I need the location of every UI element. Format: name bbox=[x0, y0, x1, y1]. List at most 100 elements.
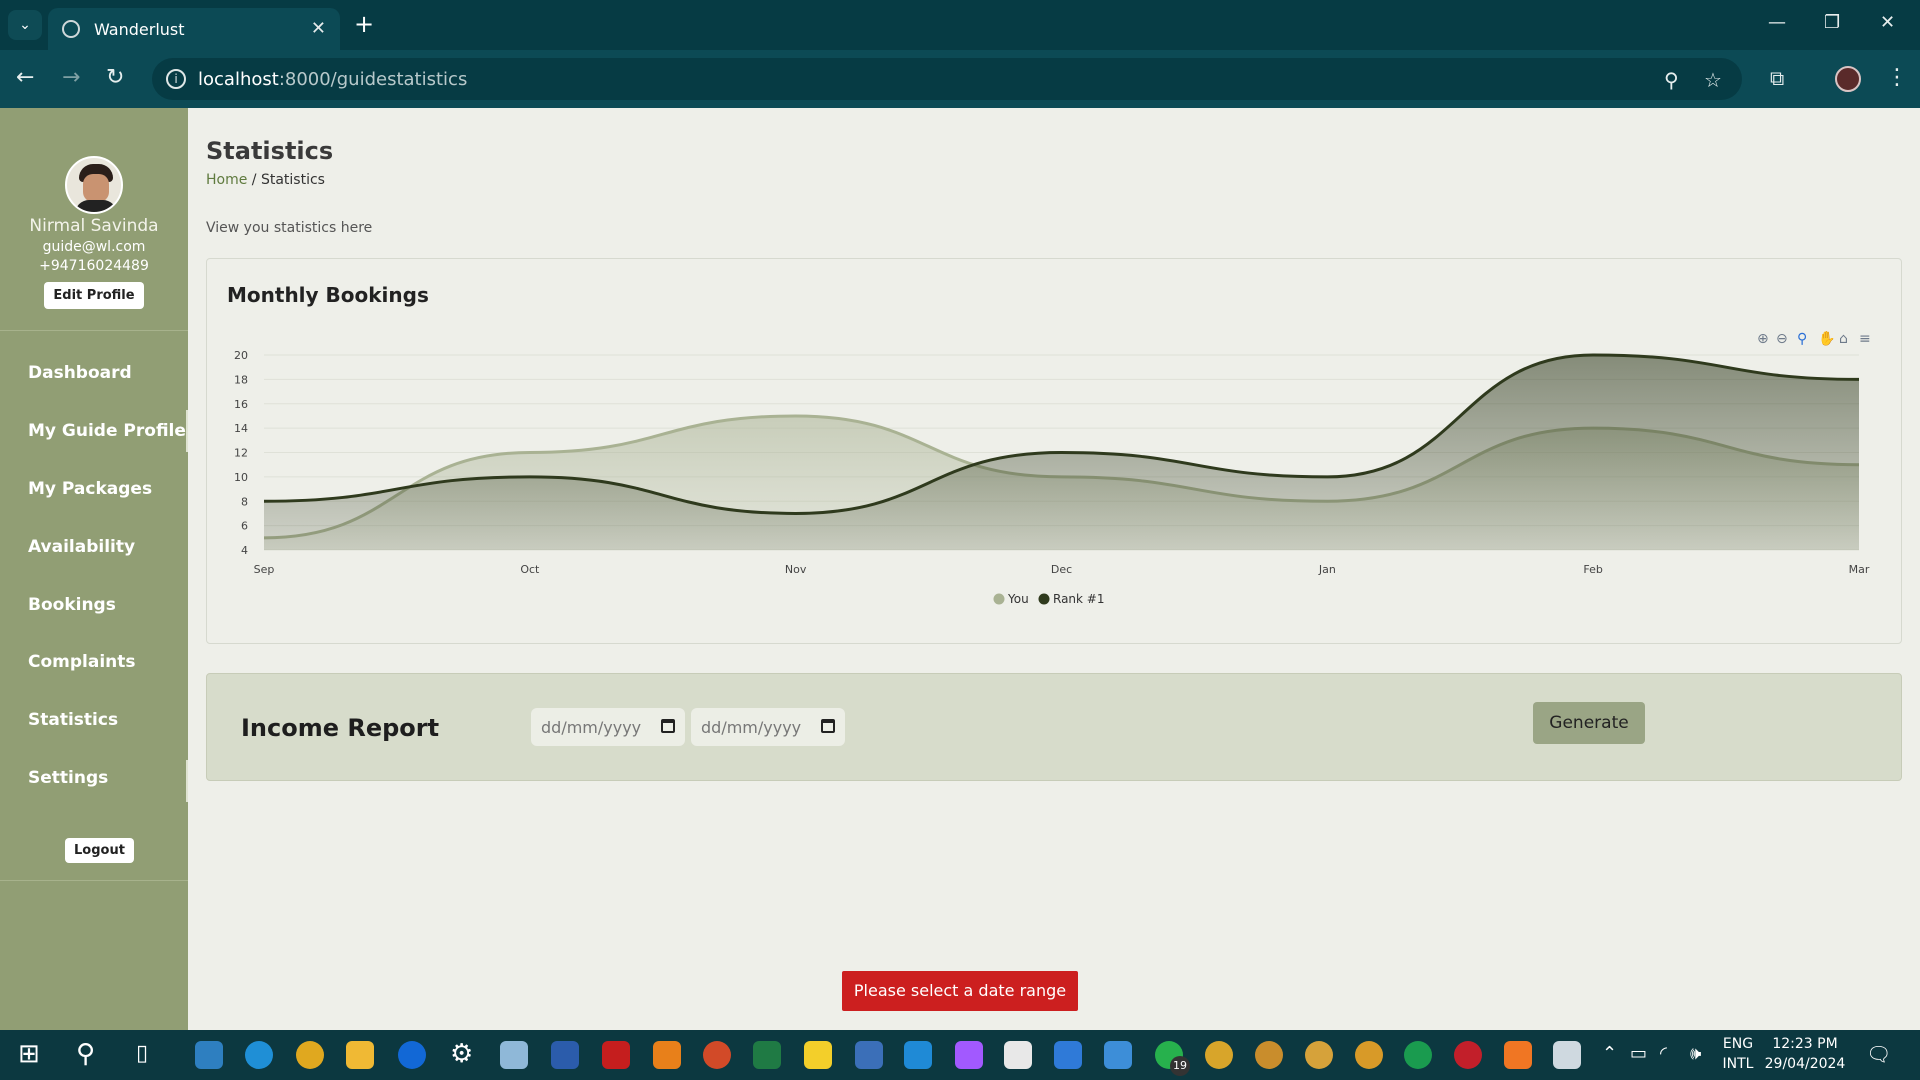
notifications-icon[interactable]: 🗨 bbox=[1866, 1039, 1891, 1069]
browser-tab[interactable]: Wanderlust ✕ bbox=[48, 8, 340, 50]
solitaire-icon[interactable] bbox=[1004, 1041, 1032, 1069]
browser-profile-avatar[interactable] bbox=[1835, 66, 1861, 92]
income-report-title: Income Report bbox=[241, 714, 440, 742]
scroll-indicator bbox=[186, 410, 188, 452]
url-input[interactable]: i localhost:8000/guidestatistics ⚲ ☆ bbox=[152, 58, 1742, 100]
excel-icon[interactable] bbox=[753, 1041, 781, 1069]
bluetooth-icon[interactable] bbox=[398, 1041, 426, 1069]
wifi-icon[interactable]: ◜ bbox=[1660, 1039, 1667, 1069]
sidebar: Nirmal Savinda guide@wl.com +94716024489… bbox=[0, 108, 188, 1030]
extensions-icon[interactable]: ⧉ bbox=[1770, 66, 1784, 90]
sidebar-item-packages[interactable]: My Packages bbox=[28, 479, 152, 499]
calendar-icon[interactable] bbox=[821, 719, 835, 733]
profile-email: guide@wl.com bbox=[42, 239, 146, 255]
end-date-input[interactable]: dd/mm/yyyy bbox=[691, 708, 845, 746]
devhome-icon[interactable] bbox=[855, 1041, 883, 1069]
vscode-icon[interactable] bbox=[904, 1041, 932, 1069]
calendar-icon[interactable] bbox=[661, 719, 675, 733]
sidebar-item-settings[interactable]: Settings bbox=[28, 768, 108, 788]
chrome-profile-icon[interactable] bbox=[1255, 1041, 1283, 1069]
breadcrumb-home-link[interactable]: Home bbox=[206, 172, 247, 188]
file-explorer-icon[interactable] bbox=[346, 1041, 374, 1069]
search-icon[interactable]: ⚲ bbox=[76, 1039, 95, 1069]
docker-icon[interactable] bbox=[195, 1041, 223, 1069]
windows-start-icon[interactable]: ⊞ bbox=[18, 1039, 40, 1069]
url-host: localhost bbox=[198, 68, 279, 90]
language-indicator[interactable]: ENG INTL bbox=[1718, 1034, 1758, 1074]
sidebar-item-dashboard[interactable]: Dashboard bbox=[28, 363, 132, 383]
end-date-placeholder: dd/mm/yyyy bbox=[701, 718, 802, 737]
powerpoint-icon[interactable] bbox=[703, 1041, 731, 1069]
browser-menu-icon[interactable]: ⋮ bbox=[1886, 66, 1908, 90]
battery-icon[interactable]: ▭ bbox=[1630, 1039, 1647, 1069]
chrome-profile-icon[interactable] bbox=[1355, 1041, 1383, 1069]
bookmark-star-icon[interactable]: ☆ bbox=[1704, 68, 1722, 92]
keyboard-layout: INTL bbox=[1722, 1056, 1754, 1072]
y-tick-label: 6 bbox=[241, 520, 248, 533]
edge-icon[interactable] bbox=[245, 1041, 273, 1069]
tray-expand-icon[interactable]: ⌃ bbox=[1602, 1039, 1617, 1069]
monthly-bookings-card: Monthly Bookings ⊕ ⊖ ⚲ ✋ ⌂ ≡ 4 6 8 10 12 14 16… bbox=[206, 258, 1902, 644]
url-path: :8000/guidestatistics bbox=[278, 68, 468, 90]
reload-icon[interactable]: ↻ bbox=[106, 66, 124, 90]
language-code: ENG bbox=[1722, 1036, 1754, 1052]
notes-app-icon[interactable] bbox=[500, 1041, 528, 1069]
calendar-app-icon[interactable] bbox=[1054, 1041, 1082, 1069]
profile-panel: Nirmal Savinda guide@wl.com +94716024489… bbox=[0, 108, 188, 309]
sidebar-item-statistics[interactable]: Statistics bbox=[28, 710, 118, 730]
chrome-profile-icon[interactable] bbox=[1305, 1041, 1333, 1069]
site-info-icon[interactable]: i bbox=[166, 69, 186, 89]
vlc-icon[interactable] bbox=[653, 1041, 681, 1069]
minimize-icon[interactable]: — bbox=[1768, 12, 1786, 33]
page-title: Statistics bbox=[206, 137, 334, 165]
volume-icon[interactable]: 🕪 bbox=[1690, 1039, 1701, 1069]
clock[interactable]: 12:23 PM 29/04/2024 bbox=[1762, 1034, 1848, 1074]
y-tick-label: 16 bbox=[234, 398, 248, 411]
tab-search-button[interactable]: ⌄ bbox=[8, 10, 42, 40]
windows-taskbar: ⊞ ⚲ ▯ ⚙ 19 ⌃ ▭ ◜ 🕪 ENG INTL 12:23 PM 29/… bbox=[0, 1030, 1920, 1080]
generate-button[interactable]: Generate bbox=[1533, 702, 1645, 744]
y-tick-label: 14 bbox=[234, 422, 248, 435]
sidebar-item-complaints[interactable]: Complaints bbox=[28, 652, 136, 672]
close-tab-icon[interactable]: ✕ bbox=[311, 18, 326, 39]
legend-marker bbox=[993, 593, 1005, 605]
close-window-icon[interactable]: ✕ bbox=[1880, 12, 1895, 33]
edit-profile-button[interactable]: Edit Profile bbox=[44, 282, 144, 309]
word-icon[interactable] bbox=[551, 1041, 579, 1069]
profile-phone: +94716024489 bbox=[39, 258, 149, 274]
restore-icon[interactable]: ❐ bbox=[1824, 12, 1840, 33]
sticky-notes-icon[interactable] bbox=[804, 1041, 832, 1069]
x-tick-label: Mar bbox=[1849, 563, 1870, 576]
chrome-profile-icon[interactable] bbox=[1205, 1041, 1233, 1069]
new-tab-button[interactable]: + bbox=[354, 10, 374, 38]
y-tick-label: 12 bbox=[234, 447, 248, 460]
start-date-input[interactable]: dd/mm/yyyy bbox=[531, 708, 685, 746]
x-tick-label: Sep bbox=[254, 563, 275, 576]
settings-gear-icon[interactable]: ⚙ bbox=[450, 1039, 473, 1069]
forward-icon[interactable]: → bbox=[62, 66, 80, 90]
sidebar-item-availability[interactable]: Availability bbox=[28, 537, 135, 557]
profile-name: Nirmal Savinda bbox=[29, 216, 159, 236]
zoom-icon[interactable]: ⚲ bbox=[1664, 68, 1679, 92]
photos-icon[interactable] bbox=[1104, 1041, 1132, 1069]
x-tick-label: Oct bbox=[520, 563, 540, 576]
breadcrumb-separator: / bbox=[251, 172, 257, 188]
xampp-icon[interactable] bbox=[1504, 1041, 1532, 1069]
divider bbox=[0, 880, 188, 881]
remote-desktop-icon[interactable] bbox=[1553, 1041, 1581, 1069]
sidebar-item-guide-profile[interactable]: My Guide Profile bbox=[28, 421, 186, 441]
start-date-placeholder: dd/mm/yyyy bbox=[541, 718, 642, 737]
page-subtitle: View you statistics here bbox=[206, 220, 373, 236]
acrobat-icon[interactable] bbox=[602, 1041, 630, 1069]
upwork-icon[interactable] bbox=[1404, 1041, 1432, 1069]
logout-button[interactable]: Logout bbox=[65, 838, 134, 863]
task-view-icon[interactable]: ▯ bbox=[136, 1039, 148, 1069]
browser-tab-bar: ⌄ Wanderlust ✕ + — ❐ ✕ bbox=[0, 0, 1920, 50]
figma-icon[interactable] bbox=[955, 1041, 983, 1069]
security-app-icon[interactable] bbox=[1454, 1041, 1482, 1069]
sidebar-item-bookings[interactable]: Bookings bbox=[28, 595, 116, 615]
chrome-icon[interactable] bbox=[296, 1041, 324, 1069]
back-icon[interactable]: ← bbox=[16, 66, 34, 90]
breadcrumb: Home / Statistics bbox=[206, 172, 325, 188]
address-bar-row: ← → ↻ i localhost:8000/guidestatistics ⚲… bbox=[0, 50, 1920, 108]
